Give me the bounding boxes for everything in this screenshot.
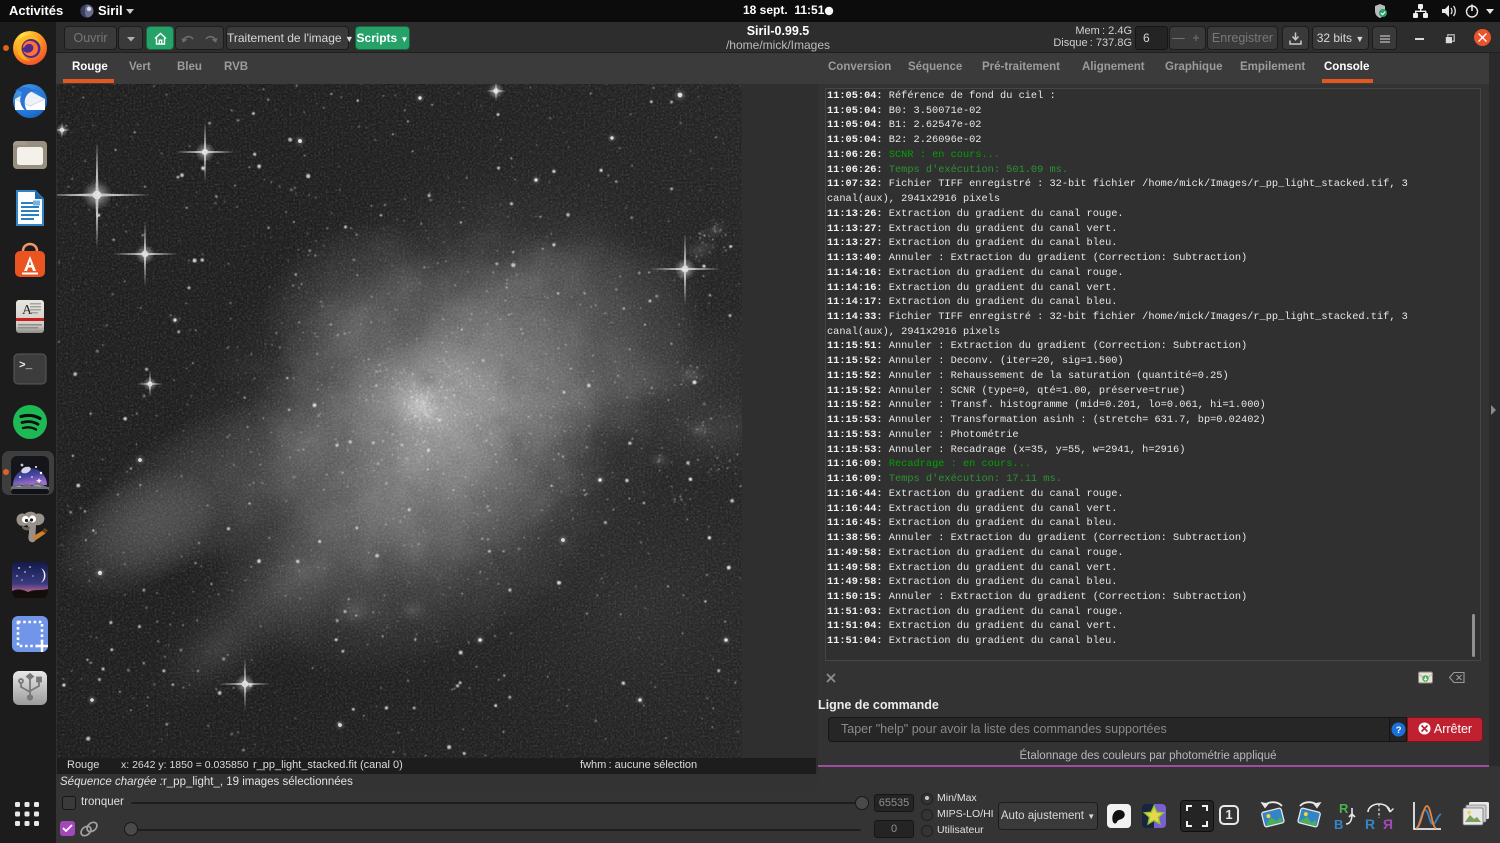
svg-text:R: R [1339,801,1349,816]
svg-text:R: R [1383,816,1393,832]
svg-text:?: ? [1396,725,1402,736]
svg-text:R: R [1365,816,1375,832]
svg-text:B: B [1334,817,1343,832]
svg-text:>_: >_ [19,360,33,372]
